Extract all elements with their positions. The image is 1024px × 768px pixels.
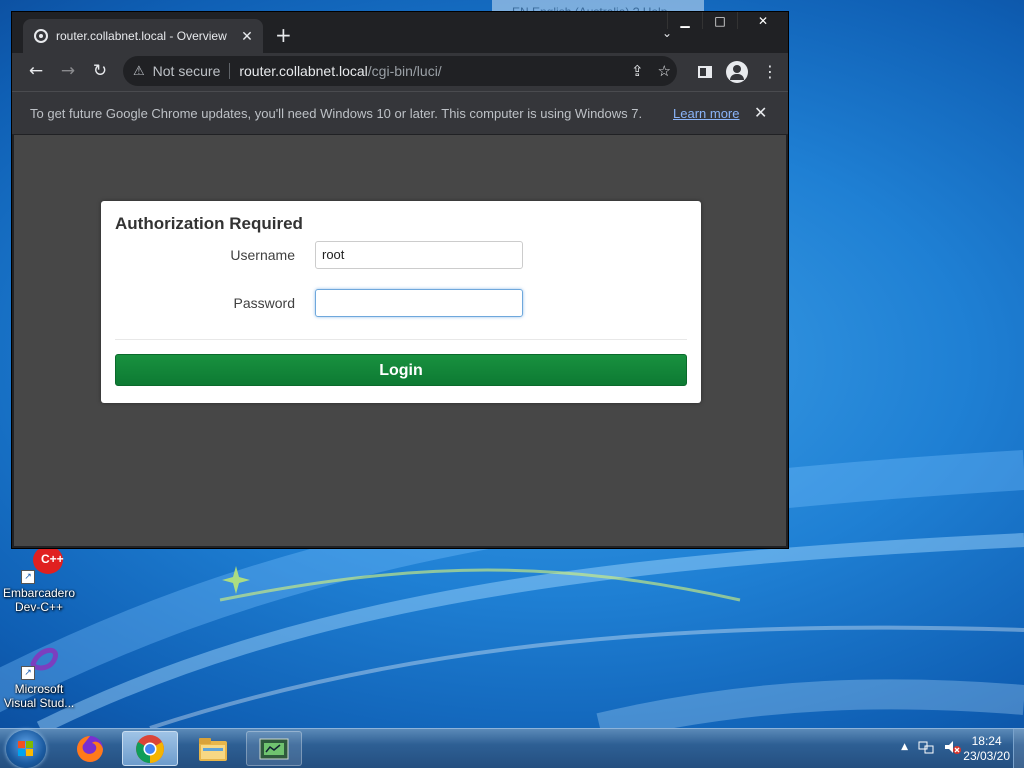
- desktop-icon-label: Microsoft: [14, 682, 64, 696]
- chrome-menu-icon[interactable]: ⋮: [762, 64, 778, 80]
- username-field[interactable]: root: [315, 241, 523, 269]
- desktop-icon-visual-studio[interactable]: ↗ Microsoft Visual Stud...: [1, 644, 77, 710]
- form-divider: [115, 339, 687, 340]
- share-icon[interactable]: ⇪: [631, 62, 644, 80]
- show-desktop-button[interactable]: [1013, 729, 1024, 768]
- firefox-icon: [77, 735, 103, 762]
- desktop-icon-devcpp[interactable]: C++ ↗ Embarcadero Dev-C++: [1, 546, 77, 614]
- url-host: router.collabnet.local: [239, 63, 368, 79]
- network-tool-icon: [259, 738, 289, 759]
- infobar-message: To get future Google Chrome updates, you…: [30, 106, 643, 121]
- infobar-close-icon[interactable]: ✕: [754, 103, 767, 123]
- side-panel-icon[interactable]: [698, 66, 712, 78]
- forward-button[interactable]: →: [57, 61, 79, 81]
- toolbar-right-actions: ⋮: [698, 61, 778, 83]
- folder-icon: [199, 737, 227, 761]
- start-button[interactable]: [6, 730, 46, 768]
- update-infobar: To get future Google Chrome updates, you…: [12, 91, 788, 135]
- show-hidden-icons-button[interactable]: ▲: [901, 742, 908, 752]
- password-label: Password: [233, 295, 295, 311]
- chrome-icon: [136, 734, 164, 763]
- warning-icon[interactable]: ⚠: [133, 63, 145, 79]
- omnibox-actions: ⇪ ☆: [631, 62, 671, 80]
- browser-toolbar: ← → ↻ ⚠ Not secure router.collabnet.loca…: [12, 53, 788, 91]
- reload-button[interactable]: ↻: [89, 61, 111, 81]
- devcpp-icon: C++ ↗: [19, 546, 64, 584]
- omnibox-divider: [229, 63, 231, 79]
- security-status[interactable]: Not secure: [153, 63, 221, 79]
- system-tray: ▲: [901, 739, 962, 755]
- taskbar-network-tool[interactable]: [246, 731, 302, 766]
- router-favicon-icon: [34, 29, 48, 43]
- url-path: /cgi-bin/luci/: [367, 63, 442, 79]
- login-title: Authorization Required: [115, 214, 303, 233]
- bookmark-star-icon[interactable]: ☆: [658, 62, 671, 80]
- volume-muted-icon[interactable]: [944, 739, 962, 755]
- desktop-icon-label: Embarcadero: [2, 586, 76, 600]
- close-window-button[interactable]: ✕: [737, 12, 788, 29]
- desktop-icon-label: Dev-C++: [14, 600, 64, 614]
- new-tab-button[interactable]: +: [275, 24, 292, 46]
- tab-close-button[interactable]: ✕: [237, 28, 257, 45]
- visual-studio-icon: ↗: [19, 644, 59, 680]
- profile-avatar-icon[interactable]: [726, 61, 748, 83]
- login-button[interactable]: Login: [115, 354, 687, 386]
- chrome-window: ▁ □ ✕ router.collabnet.local - Overview …: [11, 11, 789, 549]
- tab-router-overview[interactable]: router.collabnet.local - Overview ✕: [23, 19, 263, 53]
- login-card: Authorization Required Username root Pas…: [101, 201, 701, 403]
- shortcut-arrow-icon: ↗: [21, 666, 35, 680]
- taskbar-chrome[interactable]: [122, 731, 178, 766]
- tab-title: router.collabnet.local - Overview: [56, 29, 227, 43]
- tab-search-button[interactable]: ⌄: [662, 26, 672, 40]
- clock[interactable]: 18:24 23/03/20: [963, 734, 1010, 764]
- minimize-button[interactable]: ▁: [667, 12, 702, 29]
- window-controls: ▁ □ ✕: [667, 12, 788, 29]
- password-field[interactable]: [315, 289, 523, 317]
- learn-more-link[interactable]: Learn more: [673, 106, 739, 121]
- taskbar: ▲ 18:24 23/03/20: [0, 728, 1024, 768]
- network-icon[interactable]: [918, 739, 934, 755]
- maximize-button[interactable]: □: [702, 12, 737, 29]
- username-label: Username: [230, 247, 295, 263]
- taskbar-firefox[interactable]: [62, 731, 118, 766]
- desktop-icon-label: Visual Stud...: [3, 696, 75, 710]
- taskbar-explorer[interactable]: [185, 731, 241, 766]
- shortcut-arrow-icon: ↗: [21, 570, 35, 584]
- page-content: Authorization Required Username root Pas…: [14, 135, 786, 546]
- back-button[interactable]: ←: [25, 61, 47, 81]
- clock-date: 23/03/20: [963, 749, 1010, 763]
- windows-flag-icon: [18, 741, 34, 757]
- address-bar[interactable]: ⚠ Not secure router.collabnet.local/cgi-…: [123, 56, 677, 86]
- clock-time: 18:24: [971, 734, 1002, 748]
